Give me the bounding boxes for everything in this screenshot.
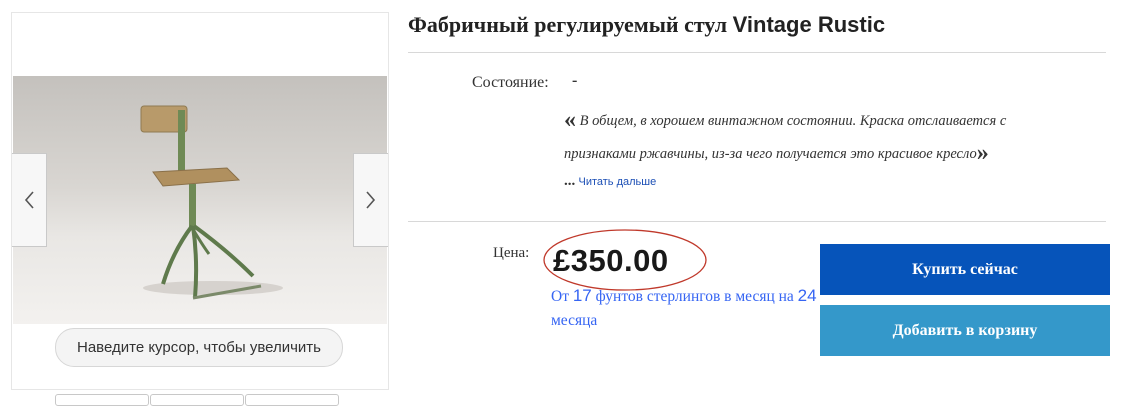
thumbnail[interactable]	[55, 394, 149, 406]
installment-amount: 17	[572, 286, 592, 305]
image-gallery: Наведите курсор, чтобы увеличить	[11, 12, 389, 390]
next-image-button[interactable]	[353, 153, 388, 247]
quote-open: «	[564, 107, 576, 133]
title-cyrillic: Фабричный регулируемый стул	[408, 12, 733, 37]
price-label: Цена:	[493, 245, 530, 261]
divider	[408, 221, 1106, 222]
previous-image-button[interactable]	[12, 153, 47, 247]
thumbnail[interactable]	[150, 394, 244, 406]
buy-now-button[interactable]: Купить сейчас	[820, 244, 1110, 295]
chair-illustration	[140, 105, 283, 300]
installment-text: фунтов стерлингов в месяц на	[591, 288, 798, 305]
read-more-row: ... Читать дальше	[564, 173, 656, 190]
divider	[408, 52, 1106, 53]
add-to-cart-button[interactable]: Добавить в корзину	[820, 305, 1110, 356]
installment-text: месяца	[551, 312, 598, 329]
chevron-right-icon	[366, 191, 376, 209]
installment-info[interactable]: От 17 фунтов стерлингов в месяц на 24 ме…	[551, 284, 821, 333]
seller-notes-text: В общем, в хорошем винтажном состоянии. …	[564, 113, 1007, 162]
product-title: Фабричный регулируемый стул Vintage Rust…	[408, 12, 885, 38]
installment-text: От	[551, 288, 573, 305]
price-value: £350.00	[553, 243, 669, 278]
read-more-link[interactable]: Читать дальше	[579, 176, 657, 188]
seller-notes: « В общем, в хорошем винтажном состоянии…	[564, 104, 1074, 170]
condition-label: Состояние:	[472, 74, 549, 91]
ellipsis: ...	[564, 173, 576, 189]
installment-months: 24	[797, 286, 817, 305]
zoom-hint: Наведите курсор, чтобы увеличить	[55, 328, 343, 367]
condition-value: -	[572, 72, 578, 89]
title-latin: Vintage Rustic	[732, 12, 886, 37]
chevron-left-icon	[24, 191, 34, 209]
product-image[interactable]	[13, 76, 387, 324]
thumbnail[interactable]	[245, 394, 339, 406]
quote-close: »	[976, 140, 989, 166]
